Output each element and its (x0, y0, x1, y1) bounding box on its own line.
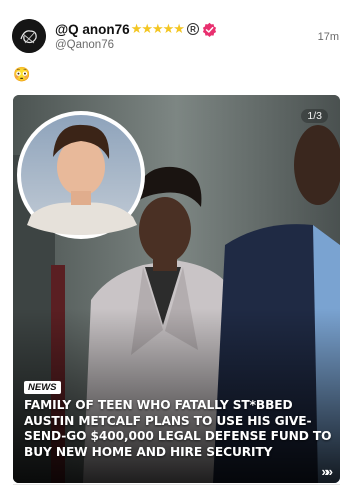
card-divider (13, 484, 340, 501)
registered-icon: R (186, 23, 199, 35)
news-badge: NEWS (24, 381, 61, 394)
post-text: 😳 (13, 66, 31, 82)
post-card[interactable]: @Q anon76 ★★★★★ R @Qanon76 17m 😳 1/3 NEW… (0, 0, 353, 500)
name-row: @Q anon76 ★★★★★ R (55, 19, 217, 39)
post-media[interactable]: 1/3 NEWS FAMILY OF TEEN WHO FATALLY ST*B… (13, 95, 340, 483)
user-handle[interactable]: @Qanon76 (55, 39, 114, 51)
page-counter: 1/3 (301, 109, 328, 123)
display-name[interactable]: @Q anon76 (55, 22, 130, 37)
news-headline: FAMILY OF TEEN WHO FATALLY ST*BBED AUSTI… (24, 398, 332, 459)
star-rating: ★★★★★ (130, 21, 185, 36)
verified-check-icon (202, 22, 217, 37)
sketch-avatar-icon (12, 19, 46, 53)
timestamp: 17m (317, 31, 339, 43)
chevrons-right-icon[interactable]: »» (322, 464, 334, 479)
avatar[interactable] (12, 19, 46, 53)
